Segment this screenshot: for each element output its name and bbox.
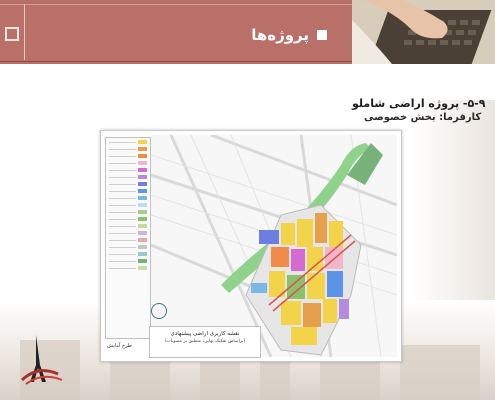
legend-swatch [138, 147, 147, 151]
legend-label-line [109, 267, 136, 269]
map-title-box: نقشه کاربری اراضی پیشنهادی (براساس تفکیک… [149, 326, 261, 358]
legend-item [109, 237, 147, 243]
legend-item [109, 160, 147, 166]
background-watermark-right [410, 100, 495, 300]
legend-label-line [109, 246, 136, 248]
legend-item [109, 153, 147, 159]
legend-label-line [109, 260, 136, 262]
legend-swatch [138, 252, 147, 256]
bullet-square-icon [317, 30, 327, 40]
legend-swatch [138, 217, 147, 221]
legend-swatch [138, 224, 147, 228]
legend-swatch [138, 182, 147, 186]
header-photo [352, 0, 495, 64]
map-footer-label: طرح آمایش [107, 343, 132, 349]
legend-swatch [138, 175, 147, 179]
legend-swatch [138, 259, 147, 263]
legend-label-line [109, 211, 136, 213]
legend-item [109, 209, 147, 215]
legend-item [109, 146, 147, 152]
legend-label-line [109, 176, 136, 178]
legend-label-line [109, 141, 136, 143]
legend-swatch [138, 231, 147, 235]
legend-label-line [109, 218, 136, 220]
north-arrow-icon [151, 303, 167, 319]
header-bar: پروژه‌ها [0, 0, 495, 64]
legend-swatch [138, 154, 147, 158]
header-square-icon [5, 27, 19, 41]
legend-swatch [138, 168, 147, 172]
company-logo-mark [20, 335, 63, 385]
legend-swatch [138, 189, 147, 193]
legend-label-line [109, 204, 136, 206]
legend-label-line [109, 183, 136, 185]
legend-item [109, 139, 147, 145]
legend-swatch [138, 203, 147, 207]
legend-swatch [138, 196, 147, 200]
legend-swatch [138, 266, 147, 270]
legend-item [109, 244, 147, 250]
legend-label-line [109, 225, 136, 227]
legend-item [109, 251, 147, 257]
legend-item [109, 181, 147, 187]
legend-item [109, 167, 147, 173]
section-subtitle: کارفرما: بخش خصوصی [364, 112, 482, 123]
legend-item [109, 216, 147, 222]
legend-label-line [109, 232, 136, 234]
legend-swatch [138, 161, 147, 165]
keyboard-hand-image [352, 0, 495, 64]
legend-label-line [109, 253, 136, 255]
legend-label-line [109, 169, 136, 171]
map-title: نقشه کاربری اراضی پیشنهادی [170, 331, 240, 337]
legend-swatch [138, 140, 147, 144]
legend-label-line [109, 190, 136, 192]
legend-label-line [109, 155, 136, 157]
legend-label-line [109, 197, 136, 199]
map-legend [105, 137, 151, 339]
company-logo [18, 330, 78, 390]
legend-item [109, 174, 147, 180]
legend-item [109, 258, 147, 264]
legend-item [109, 230, 147, 236]
legend-item [109, 188, 147, 194]
legend-item [109, 202, 147, 208]
section-title: ۵-۹- پروژه اراضی شاملو [352, 97, 486, 110]
legend-swatch [138, 210, 147, 214]
header-title-group: پروژه‌ها [251, 26, 327, 44]
legend-swatch [138, 245, 147, 249]
legend-swatch [138, 238, 147, 242]
legend-item [109, 265, 147, 271]
map-svg [150, 133, 398, 358]
legend-item [109, 223, 147, 229]
map-subtitle: (براساس تفکیک نهایی، منطبق بر مصوبات) [164, 339, 246, 344]
map-drawing [150, 133, 398, 358]
legend-label-line [109, 148, 136, 150]
legend-label-line [109, 162, 136, 164]
header-divider [24, 4, 25, 60]
legend-item [109, 195, 147, 201]
land-use-map: نقشه کاربری اراضی پیشنهادی (براساس تفکیک… [100, 130, 402, 362]
page-title: پروژه‌ها [251, 26, 309, 44]
legend-label-line [109, 239, 136, 241]
